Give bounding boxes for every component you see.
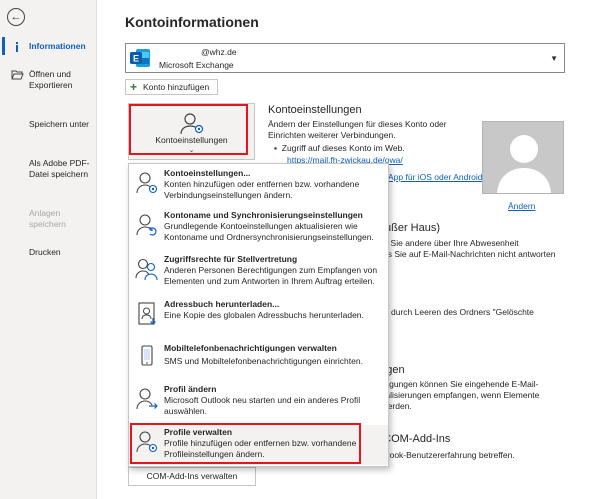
nav-drucken[interactable]: Drucken — [0, 247, 97, 258]
exchange-logo-icon: E — [129, 47, 151, 69]
page-title: Kontoinformationen — [125, 14, 259, 30]
rules-line-1: ichtigungen können Sie eingehende E-Mail… — [374, 379, 539, 389]
nav-informationen[interactable]: Informationen — [0, 41, 97, 52]
account-settings-icon — [135, 170, 159, 196]
account-sync-icon — [135, 212, 159, 238]
account-email: @whz.de — [201, 47, 237, 57]
account-settings-heading: Kontoeinstellungen — [268, 104, 362, 116]
address-book-icon — [135, 301, 159, 327]
ooo-line-2: dass Sie auf E-Mail-Nachrichten nicht an… — [374, 249, 556, 259]
menu-item-change-profile[interactable]: Profil ändern Microsoft Outlook neu star… — [129, 382, 388, 422]
info-icon — [10, 41, 24, 53]
manage-com-addins-button[interactable]: COM-Add-Ins verwalten — [128, 467, 256, 486]
com-addins-text: Outlook-Benutzererfahrung betreffen. — [374, 450, 515, 460]
cleanup-text: ßen durch Leeren des Ordners "Gelöschte — [374, 307, 534, 317]
arrow-left-icon: ← — [10, 10, 22, 23]
add-account-button[interactable]: + Konto hinzufügen — [125, 79, 218, 95]
menu-item-download-address-book[interactable]: Adressbuch herunterladen... Eine Kopie d… — [129, 297, 388, 337]
account-settings-description: Ändern der Einstellungen für dieses Kont… — [268, 119, 447, 140]
menu-item-delegate-access[interactable]: Zugriffsrechte für Stellvertretung Ander… — [129, 252, 388, 294]
profile-photo-placeholder — [482, 121, 564, 194]
menu-item-account-name-sync[interactable]: Kontoname und Synchronisierungseinstellu… — [129, 208, 388, 250]
account-settings-dropdown: Kontoeinstellungen... Konten hinzufügen … — [128, 163, 389, 467]
nav-speichern-unter[interactable]: Speichern unter — [0, 119, 97, 130]
menu-item-account-settings[interactable]: Kontoeinstellungen... Konten hinzufügen … — [129, 166, 388, 206]
nav-als-pdf-speichern[interactable]: Als Adobe PDF-Datei speichern — [0, 158, 97, 180]
change-profile-icon — [135, 386, 159, 412]
nav-oeffnen-exportieren[interactable]: Öffnen und Exportieren — [0, 69, 97, 91]
delegate-access-icon — [135, 256, 159, 282]
mobile-app-link[interactable]: App für iOS oder Android. — [388, 172, 485, 183]
mobile-notification-icon — [135, 343, 159, 369]
backstage-sidebar: ← Informationen Öffnen und Exportieren S… — [0, 0, 97, 499]
plus-icon: + — [130, 80, 138, 94]
folder-open-icon — [10, 69, 24, 81]
menu-item-mobile-notifications[interactable]: Mobiltelefonbenachrichtigungen verwalten… — [129, 339, 388, 379]
chevron-down-icon: ▼ — [550, 54, 558, 63]
highlight-box-account-settings — [129, 104, 248, 155]
back-button[interactable]: ← — [7, 8, 25, 26]
account-selector[interactable]: E @whz.de Microsoft Exchange ▼ — [125, 43, 565, 73]
change-photo-link[interactable]: Ändern — [508, 201, 535, 211]
highlight-box-manage-profiles — [130, 423, 361, 464]
rules-line-2: ktualisierungen empfangen, wenn Elemente — [374, 390, 540, 400]
ooo-line-1: nen Sie andere über Ihre Abwesenheit — [374, 238, 519, 248]
nav-anlagen-speichern: Anlagen speichern — [29, 208, 66, 229]
svg-text:E: E — [133, 54, 139, 64]
web-access-bullet: ▪ Zugriff auf dieses Konto im Web. — [274, 143, 405, 153]
account-type: Microsoft Exchange — [159, 60, 234, 70]
